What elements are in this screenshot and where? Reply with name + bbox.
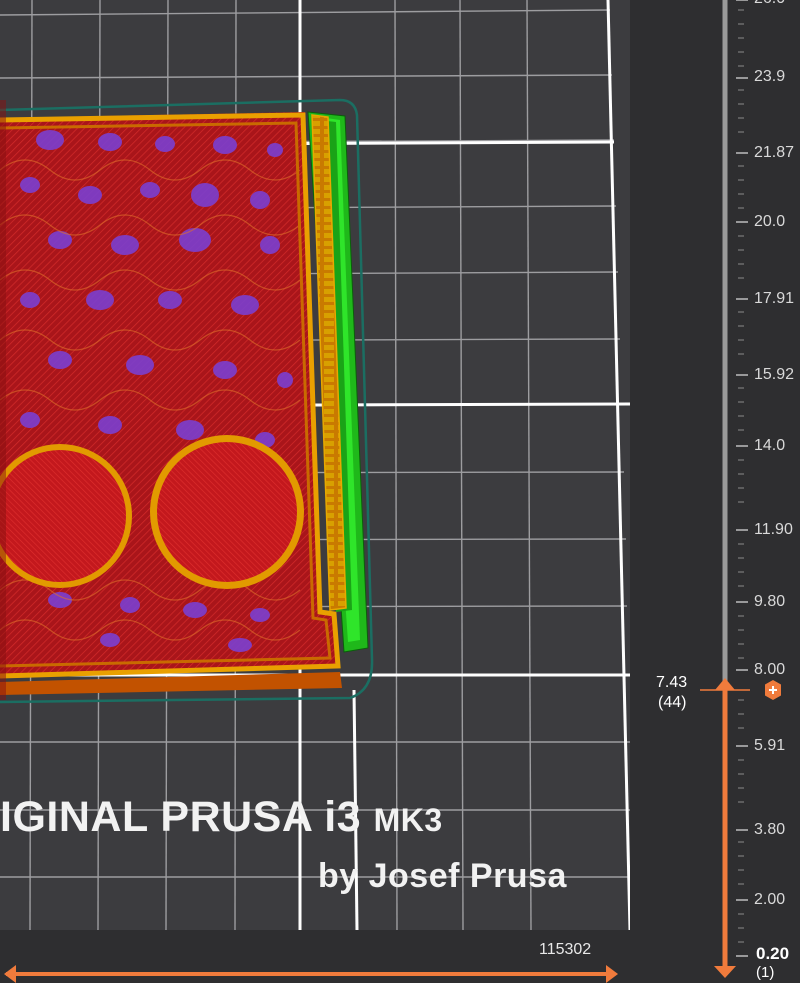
bottom-thumb-value: 0.20 [756, 944, 790, 963]
add-color-change-button[interactable] [765, 680, 781, 700]
tick-label: 14.0 [754, 437, 786, 454]
top-thumb-layer: (44) [658, 694, 687, 711]
horizontal-slider-right-thumb[interactable] [606, 965, 618, 983]
tick-label: 15.92 [754, 366, 795, 383]
tick-label: 5.91 [754, 737, 786, 754]
tick-label: 11.90 [754, 521, 793, 538]
horizontal-slider[interactable] [0, 930, 630, 983]
top-thumb-value: 7.43 [656, 674, 688, 691]
printer-model: MK3 [373, 802, 443, 838]
tick-label: 3.80 [754, 821, 786, 838]
tick-label: 8.00 [754, 661, 786, 678]
tick-label: 23.9 [754, 68, 786, 85]
ruler-minor-ticks [738, 9, 744, 943]
preview-viewport[interactable]: IGINAL PRUSA i3 MK3 by Josef Prusa 11530… [0, 0, 800, 983]
tick-label: 2.00 [754, 891, 786, 908]
tick-label: 26.0 [754, 0, 785, 8]
bed-author: by Josef Prusa [318, 857, 567, 895]
printer-line1: IGINAL PRUSA i3 [0, 793, 362, 841]
horizontal-slider-left-thumb[interactable] [4, 965, 16, 983]
tick-label: 20.0 [754, 213, 786, 230]
vertical-slider-panel: 26.0 23.9 21.87 20.0 17.91 15.92 14.0 11… [630, 0, 800, 983]
horizontal-slider-panel: 115302 [0, 930, 630, 983]
vertical-slider-top-thumb[interactable] [715, 678, 735, 690]
tick-label: 9.80 [754, 593, 786, 610]
model-edge-shade [0, 100, 6, 700]
tick-label: 17.91 [754, 290, 795, 307]
vertical-slider-bottom-thumb[interactable] [714, 966, 736, 978]
ruler-major-ticks [736, 0, 748, 957]
bottom-thumb-layer: (1) [756, 964, 775, 981]
bed-printer-name: IGINAL PRUSA i3 MK3 [0, 793, 443, 842]
tick-label: 21.87 [754, 144, 795, 161]
model-infill [0, 112, 340, 678]
